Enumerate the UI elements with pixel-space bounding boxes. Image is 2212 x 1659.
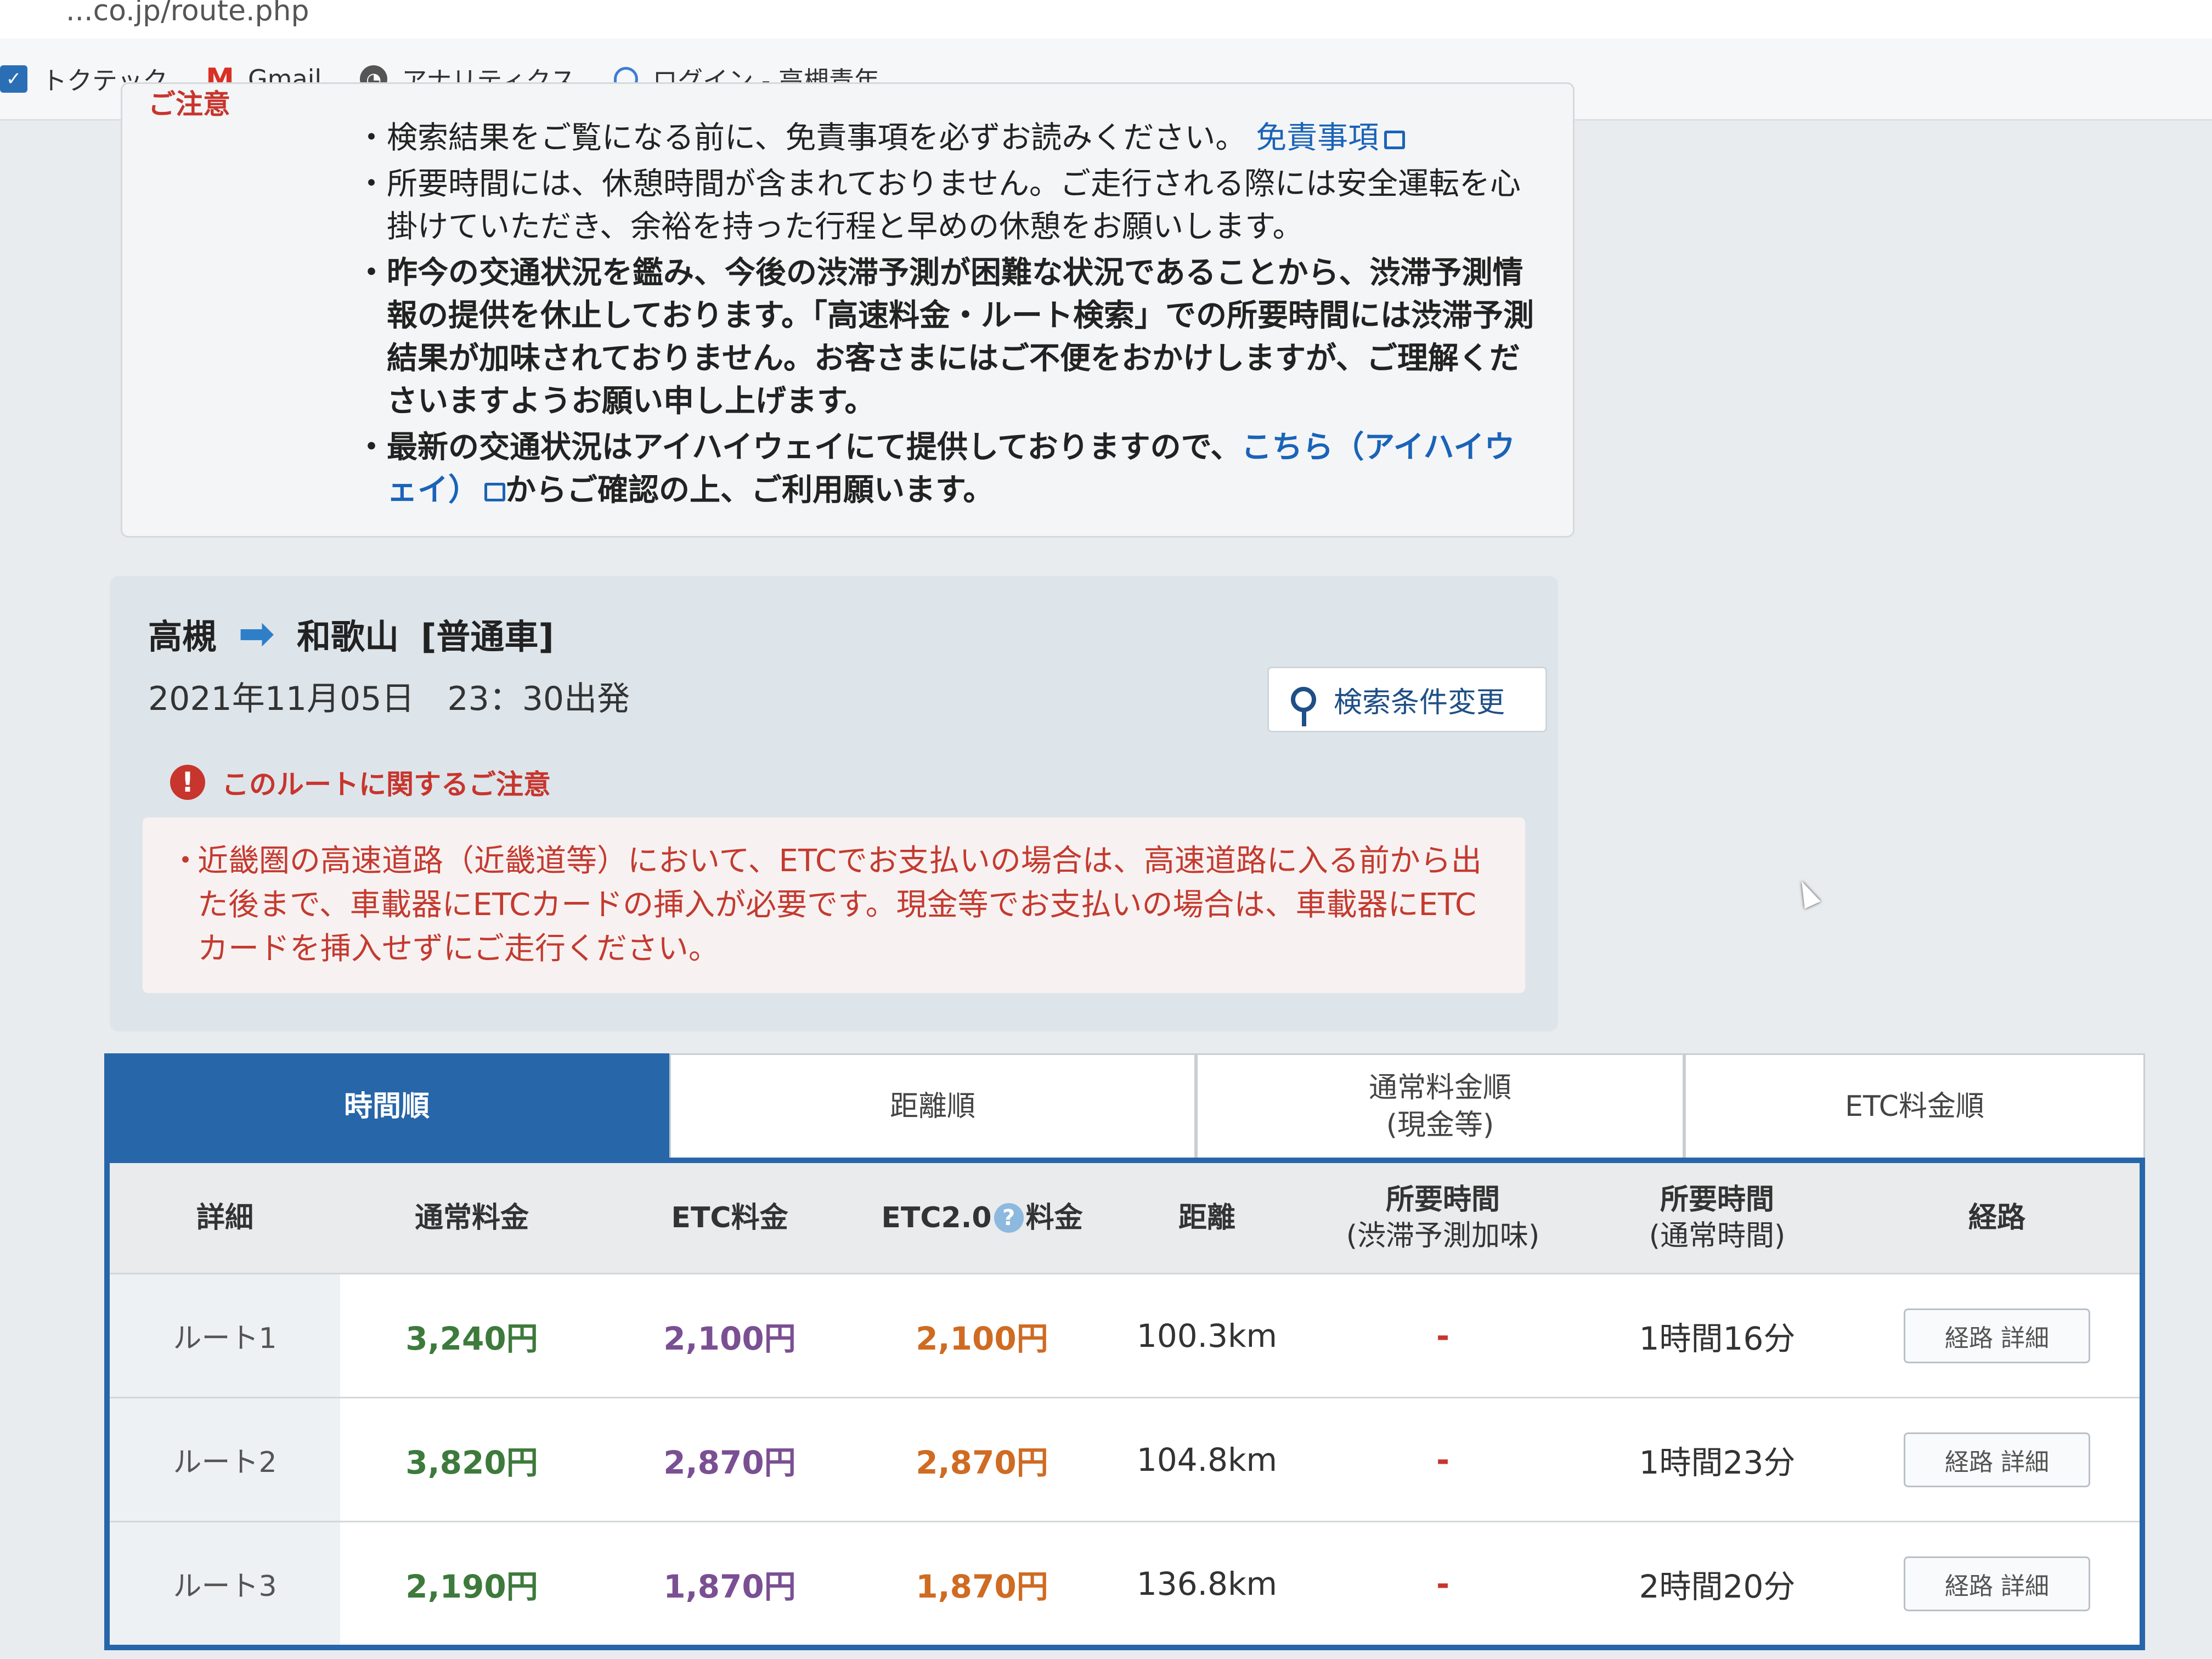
- route-summary: 高槻 ➡ 和歌山 [普通車] 2021年11月05日 23：30出発 検索条件変…: [110, 576, 1558, 1031]
- header-etc2-fee: ETC2.0 ? 料金: [881, 1201, 1083, 1234]
- header-etc-fee: ETC料金: [671, 1201, 788, 1234]
- table-header: 詳細 通常料金 ETC料金 ETC2.0 ? 料金 距離 所要時間 (渋滞予測加…: [110, 1163, 2140, 1273]
- route-name: ルート3: [110, 1522, 340, 1645]
- route-caution-text: 近畿圏の高速道路（近畿道等）において、ETCでお支払いの場合は、高速道路に入る前…: [143, 817, 1525, 993]
- notice-item: 所要時間には、休憩時間が含まれておりません。ご走行される際には安全運転を心掛けて…: [356, 163, 1534, 249]
- normal-fee: 2,190円: [405, 1567, 538, 1605]
- header-distance: 距離: [1178, 1201, 1235, 1234]
- results-table: 時間順 距離順 通常料金順 (現金等) ETC料金順 詳細 通常料金 ETC料金…: [104, 1053, 2145, 1659]
- url-text: ...co.jp/route.php: [66, 0, 309, 27]
- etc-fee: 2,870円: [663, 1443, 796, 1481]
- header-detail: 詳細: [196, 1201, 253, 1234]
- route-detail-button[interactable]: 経路 詳細: [1904, 1556, 2090, 1611]
- time-jam: -: [1436, 1565, 1450, 1602]
- route-cell: 経路 詳細: [1854, 1522, 2140, 1645]
- notice-item: 検索結果をご覧になる前に、免責事項を必ずお読みください。 免責事項: [356, 117, 1534, 160]
- header-time-normal: 所要時間 (通常時間): [1649, 1183, 1786, 1252]
- help-icon[interactable]: ?: [994, 1203, 1024, 1233]
- origin: 高槻: [148, 617, 217, 657]
- route-detail-button[interactable]: 経路 詳細: [1904, 1432, 2090, 1487]
- route-title: 高槻 ➡ 和歌山 [普通車]: [148, 609, 554, 658]
- etc-fee: 1,870円: [663, 1567, 796, 1605]
- tab-normal-fee[interactable]: 通常料金順 (現金等): [1196, 1053, 1684, 1158]
- route-cell: 経路 詳細: [1854, 1398, 2140, 1521]
- search-icon: [1291, 687, 1316, 726]
- time-normal: 1時間23分: [1639, 1443, 1796, 1481]
- external-link-icon: [484, 482, 505, 501]
- table-row: ルート2 3,820円 2,870円 2,870円 104.8km - 1時間2…: [110, 1397, 2140, 1521]
- sort-tabs: 時間順 距離順 通常料金順 (現金等) ETC料金順: [104, 1053, 2145, 1163]
- header-normal-fee: 通常料金: [414, 1201, 529, 1234]
- screen: ...co.jp/route.php ✓ トクテック M Gmail ◔ アナリ…: [0, 0, 2212, 1659]
- tab-time[interactable]: 時間順: [104, 1053, 669, 1158]
- route-caution-title: ! このルートに関するご注意: [170, 763, 551, 802]
- route-cell: 経路 詳細: [1854, 1274, 2140, 1397]
- distance: 136.8km: [1136, 1565, 1278, 1602]
- mouse-cursor-icon: [1793, 877, 1821, 909]
- tab-distance[interactable]: 距離順: [669, 1053, 1196, 1158]
- time-jam: -: [1436, 1441, 1450, 1479]
- normal-fee: 3,240円: [405, 1319, 538, 1357]
- distance: 104.8km: [1136, 1441, 1278, 1479]
- distance: 100.3km: [1136, 1317, 1278, 1355]
- table-row: ルート1 3,240円 2,100円 2,100円 100.3km - 1時間1…: [110, 1273, 2140, 1397]
- toktech-icon: ✓: [0, 65, 27, 93]
- route-detail-button[interactable]: 経路 詳細: [1904, 1308, 2090, 1363]
- warning-icon: !: [170, 765, 205, 800]
- header-route: 経路: [1968, 1201, 2025, 1234]
- notice-box: 検索結果をご覧になる前に、免責事項を必ずお読みください。 免責事項 所要時間には…: [121, 82, 1575, 538]
- etc2-fee: 2,870円: [916, 1443, 1048, 1481]
- change-search-button[interactable]: 検索条件変更: [1267, 667, 1547, 732]
- address-bar[interactable]: ...co.jp/route.php: [0, 0, 2212, 38]
- normal-fee: 3,820円: [405, 1443, 538, 1481]
- header-time-jam: 所要時間 (渋滞予測加味): [1346, 1183, 1540, 1252]
- notice-item: 最新の交通状況はアイハイウェイにて提供しておりますので、こちら（アイハイウェイ）…: [356, 426, 1534, 512]
- departure-datetime: 2021年11月05日 23：30出発: [148, 680, 630, 718]
- table-row: ルート3 2,190円 1,870円 1,870円 136.8km - 2時間2…: [110, 1521, 2140, 1645]
- route-name: ルート1: [110, 1274, 340, 1397]
- disclaimer-link[interactable]: 免責事項: [1256, 120, 1379, 156]
- etc2-fee: 1,870円: [916, 1567, 1048, 1605]
- time-jam: -: [1436, 1317, 1450, 1355]
- vehicle-type: [普通車]: [421, 617, 554, 657]
- tab-etc-fee[interactable]: ETC料金順: [1684, 1053, 2145, 1158]
- arrow-right-icon: ➡: [238, 608, 275, 659]
- notice-title: ご注意: [148, 88, 230, 120]
- etc2-fee: 2,100円: [916, 1319, 1048, 1357]
- external-link-icon: [1384, 130, 1406, 149]
- time-normal: 1時間16分: [1639, 1319, 1796, 1357]
- notice-list: 検索結果をご覧になる前に、免責事項を必ずお読みください。 免責事項 所要時間には…: [356, 117, 1534, 512]
- time-normal: 2時間20分: [1639, 1567, 1796, 1605]
- etc-fee: 2,100円: [663, 1319, 796, 1357]
- destination: 和歌山: [297, 617, 399, 657]
- route-name: ルート2: [110, 1398, 340, 1521]
- route-table: 詳細 通常料金 ETC料金 ETC2.0 ? 料金 距離 所要時間 (渋滞予測加…: [104, 1163, 2145, 1650]
- notice-item: 昨今の交通状況を鑑み、今後の渋滞予測が困難な状況であることから、渋滞予測情報の提…: [356, 252, 1534, 423]
